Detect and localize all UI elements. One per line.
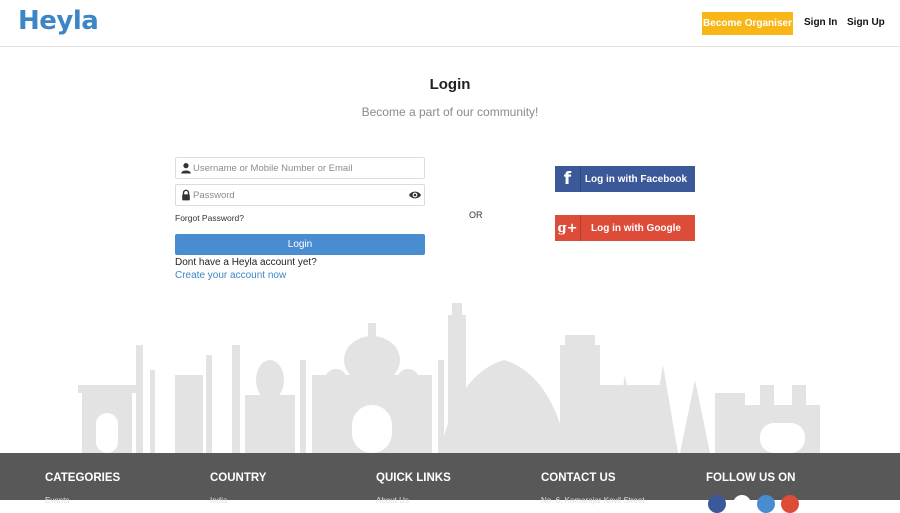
sign-in-link[interactable]: Sign In xyxy=(804,17,837,28)
footer-follow-heading: FOLLOW US ON xyxy=(706,472,796,484)
footer-categories-heading: CATEGORIES xyxy=(45,472,121,484)
india-monuments-skyline xyxy=(78,303,820,453)
footer-contact-heading: CONTACT US xyxy=(541,472,616,484)
heyla-logo[interactable]: Heyla xyxy=(18,6,99,36)
lock-icon xyxy=(182,189,190,201)
page-subtitle: Become a part of our community! xyxy=(361,105,539,119)
user-icon xyxy=(181,163,191,174)
footer-country-item[interactable]: India xyxy=(210,496,227,505)
footer-instagram-icon[interactable] xyxy=(733,495,751,513)
facebook-icon: f xyxy=(555,166,581,192)
footer-quick-links-item[interactable]: About Us xyxy=(376,496,409,505)
login-button[interactable]: Login xyxy=(175,234,425,255)
username-input[interactable] xyxy=(193,159,403,177)
footer-country-heading: COUNTRY xyxy=(210,472,267,484)
footer-quick-links-heading: QUICK LINKS xyxy=(376,472,451,484)
become-organiser-button[interactable]: Become Organiser xyxy=(702,12,793,35)
page-title: Login xyxy=(429,76,471,93)
facebook-login-label: Log in with Facebook xyxy=(584,173,688,185)
forgot-password-link[interactable]: Forgot Password? xyxy=(175,213,244,223)
footer-categories-item[interactable]: Events xyxy=(45,496,69,505)
footer-contact-item: No. 6, Kamarajar Kovil Street xyxy=(541,496,645,505)
google-plus-icon: g+ xyxy=(555,215,581,241)
facebook-login-button[interactable]: f Log in with Facebook xyxy=(555,166,695,192)
password-input[interactable] xyxy=(193,186,403,204)
password-field xyxy=(175,184,425,206)
username-field xyxy=(175,157,425,179)
site-footer: CATEGORIES COUNTRY QUICK LINKS CONTACT U… xyxy=(0,453,900,513)
create-account-link[interactable]: Create your account now xyxy=(175,270,286,281)
or-divider: OR xyxy=(469,210,483,220)
top-header: Heyla Become Organiser Sign In Sign Up xyxy=(0,0,900,47)
footer-facebook-icon[interactable] xyxy=(708,495,726,513)
google-login-button[interactable]: g+ Log in with Google xyxy=(555,215,695,241)
no-account-text: Dont have a Heyla account yet? xyxy=(175,257,317,268)
footer-google-icon[interactable] xyxy=(781,495,799,513)
google-login-label: Log in with Google xyxy=(591,222,681,234)
sign-up-link[interactable]: Sign Up xyxy=(847,17,885,28)
footer-twitter-icon[interactable] xyxy=(757,495,775,513)
show-password-icon[interactable] xyxy=(408,189,422,201)
